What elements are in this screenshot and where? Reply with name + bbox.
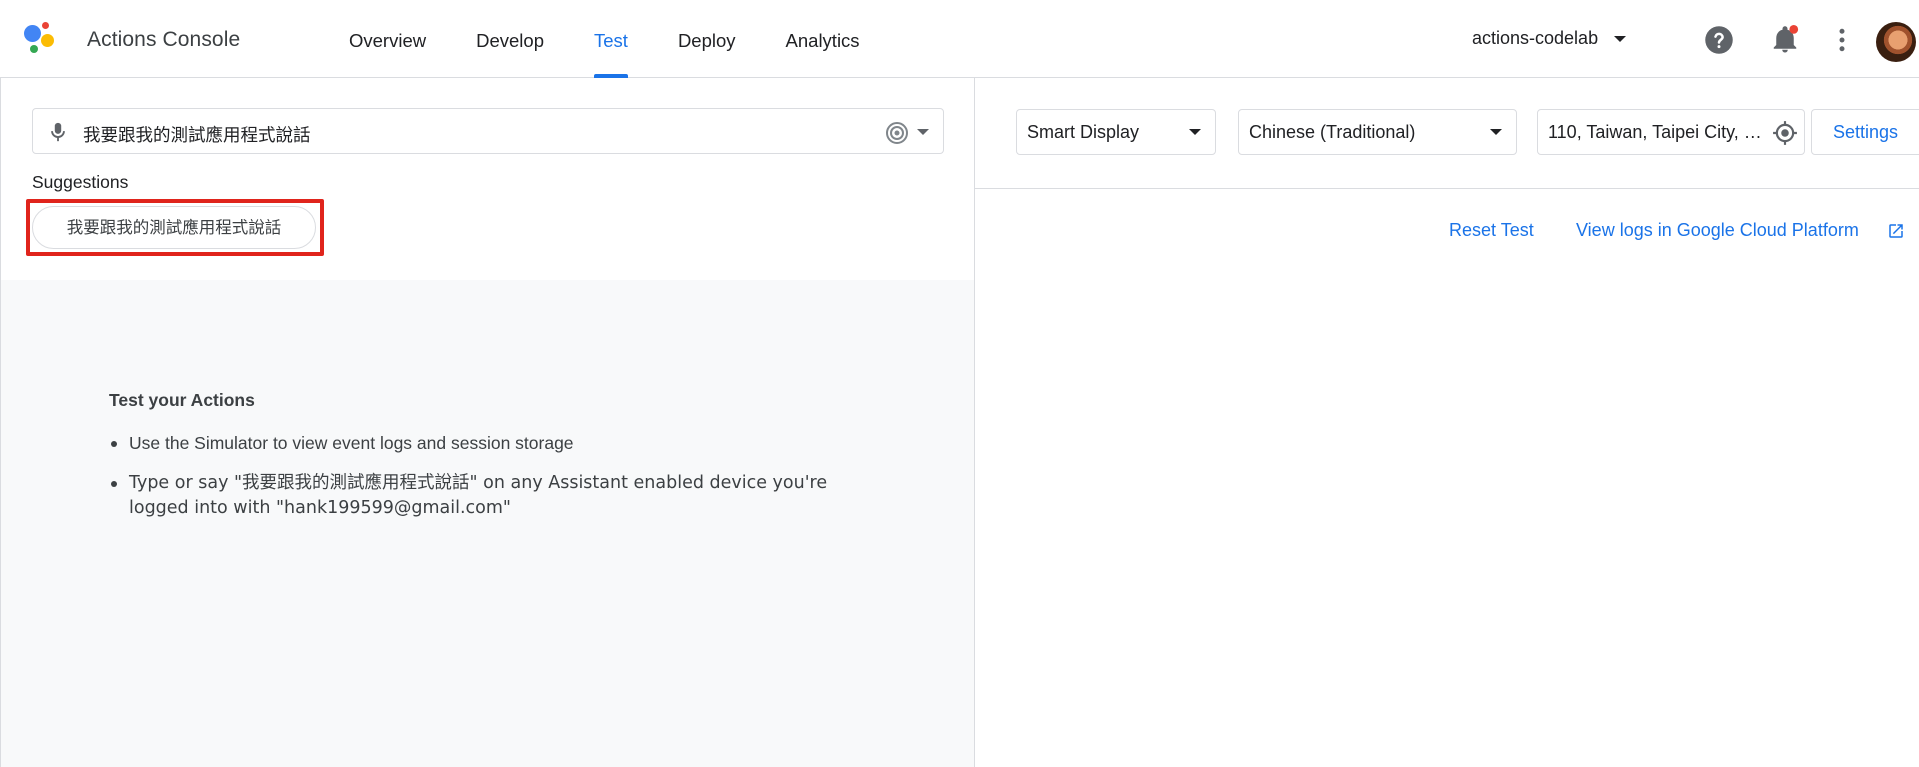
list-item: Type or say "我要跟我的測試應用程式說話" on any Assis… xyxy=(109,471,859,521)
tab-overview[interactable]: Overview xyxy=(324,0,451,78)
tab-develop[interactable]: Develop xyxy=(451,0,569,78)
project-selector[interactable]: actions-codelab xyxy=(1472,28,1627,49)
tab-analytics[interactable]: Analytics xyxy=(761,0,885,78)
my-location-icon[interactable] xyxy=(1772,120,1798,146)
chevron-down-icon[interactable] xyxy=(917,129,929,135)
microphone-icon[interactable] xyxy=(47,120,69,144)
touch-input-icon[interactable] xyxy=(885,121,909,145)
google-assistant-logo xyxy=(24,22,64,58)
settings-panel: Smart Display Chinese (Traditional) 110,… xyxy=(975,78,1919,767)
info-list: Use the Simulator to view event logs and… xyxy=(109,431,859,536)
suggestion-chip[interactable]: 我要跟我的測試應用程式說話 xyxy=(32,206,316,249)
location-field[interactable]: 110, Taiwan, Taipei City, Xinyi District xyxy=(1537,109,1805,155)
tab-deploy[interactable]: Deploy xyxy=(653,0,761,78)
help-icon[interactable] xyxy=(1704,25,1734,55)
top-bar: Actions Console Overview Develop Test De… xyxy=(0,0,1919,78)
language-value: Chinese (Traditional) xyxy=(1249,122,1416,142)
avatar[interactable] xyxy=(1876,22,1916,62)
settings-bar: Smart Display Chinese (Traditional) 110,… xyxy=(975,78,1919,189)
notifications-icon[interactable] xyxy=(1770,25,1800,55)
query-text: 我要跟我的測試應用程式說話 xyxy=(83,126,311,146)
open-in-new-icon[interactable] xyxy=(1887,222,1905,240)
settings-button[interactable]: Settings xyxy=(1811,109,1919,155)
simulator-panel: 我要跟我的測試應用程式說話 Suggestions 我要跟我的測試應用程式說話 … xyxy=(0,78,975,767)
chevron-down-icon xyxy=(1614,35,1627,42)
chevron-down-icon xyxy=(1189,129,1201,135)
surface-value: Smart Display xyxy=(1027,122,1140,142)
app-title: Actions Console xyxy=(87,28,241,51)
reset-test-link[interactable]: Reset Test xyxy=(1449,220,1534,241)
surface-select[interactable]: Smart Display xyxy=(1016,109,1216,155)
suggestions-label: Suggestions xyxy=(32,172,129,192)
view-logs-link[interactable]: View logs in Google Cloud Platform xyxy=(1576,220,1859,241)
query-input[interactable]: 我要跟我的測試應用程式說話 xyxy=(32,108,944,154)
project-name: actions-codelab xyxy=(1472,28,1599,48)
more-vert-icon[interactable] xyxy=(1827,25,1857,55)
main-nav: Overview Develop Test Deploy Analytics xyxy=(324,0,885,78)
location-value: 110, Taiwan, Taipei City, Xinyi District xyxy=(1548,122,1768,142)
language-select[interactable]: Chinese (Traditional) xyxy=(1238,109,1517,155)
tab-test[interactable]: Test xyxy=(569,0,653,78)
chevron-down-icon xyxy=(1490,129,1502,135)
info-title: Test your Actions xyxy=(109,390,255,410)
list-item: Use the Simulator to view event logs and… xyxy=(109,431,859,456)
notification-badge xyxy=(1789,25,1799,34)
test-info-area: Test your Actions Use the Simulator to v… xyxy=(1,280,974,767)
